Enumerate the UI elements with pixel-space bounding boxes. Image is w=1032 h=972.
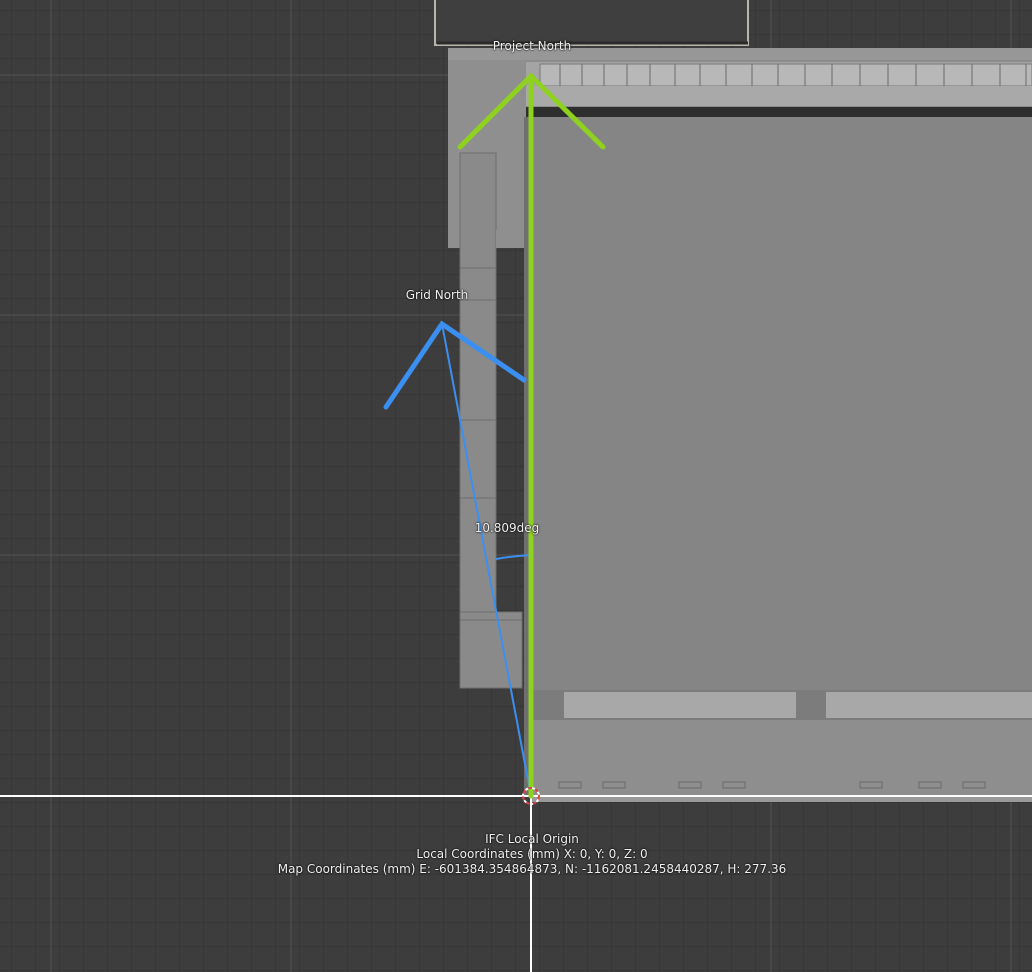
origin-axes <box>0 795 1032 972</box>
angle-label: 10.809deg <box>474 521 540 535</box>
building-model[interactable] <box>434 0 1032 802</box>
upper-slab-outline <box>434 0 749 46</box>
grid-north-arrow <box>383 320 532 797</box>
viewport-scene <box>0 0 1032 972</box>
grid-north-label: Grid North <box>405 288 469 302</box>
3d-viewport[interactable]: Project North Grid North 10.809deg IFC L… <box>0 0 1032 972</box>
railing <box>539 63 1032 87</box>
project-north-label: Project North <box>492 39 572 53</box>
local-coordinates: Local Coordinates (mm) X: 0, Y: 0, Z: 0 <box>416 847 648 861</box>
origin-title: IFC Local Origin <box>485 832 579 846</box>
floor-slab <box>524 117 1032 690</box>
map-coordinates: Map Coordinates (mm) E: -601384.35486487… <box>277 862 787 876</box>
